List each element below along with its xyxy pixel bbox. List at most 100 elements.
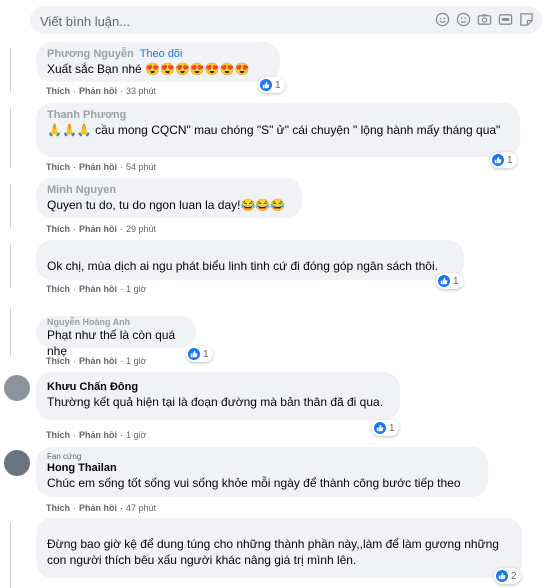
- like-button[interactable]: Thích: [46, 162, 70, 172]
- comment-text: Xuất sắc Bạn nhé 😍😍😍😍😍😍😍: [47, 62, 250, 76]
- like-reaction-icon: [438, 275, 450, 287]
- comment-actions: Thích · Phản hồi · 1 giờ: [46, 430, 146, 440]
- comment-text: Chúc em sống tốt sống vui sống khỏe mỗi …: [47, 476, 461, 490]
- reaction-number: 2: [511, 570, 517, 582]
- separator: ·: [73, 86, 76, 96]
- reaction-count[interactable]: 1: [490, 152, 517, 168]
- reaction-number: 1: [389, 422, 395, 434]
- comment-bubble: Khưu Chấn Đông Thường kết quả hiện tại l…: [36, 372, 400, 420]
- reaction-number: 1: [453, 275, 459, 287]
- comment-text: Thường kết quả hiện tại là đoạn đường mà…: [47, 395, 384, 409]
- avatar[interactable]: [4, 375, 30, 401]
- thread-line: [10, 522, 11, 588]
- comment-time[interactable]: 29 phút: [126, 224, 156, 234]
- like-button[interactable]: Thích: [46, 224, 70, 234]
- top-fan-badge: Fan cứng: [47, 452, 82, 461]
- reply-button[interactable]: Phản hồi: [79, 284, 117, 294]
- like-reaction-icon: [492, 154, 504, 166]
- reply-button[interactable]: Phản hồi: [79, 86, 117, 96]
- author-name[interactable]: Minh Nguyen: [47, 184, 291, 197]
- comment-time[interactable]: 33 phút: [126, 86, 156, 96]
- separator: ·: [120, 430, 123, 440]
- comment-bubble: Ok chị, mùa dịch ai ngu phát biểu linh t…: [36, 240, 464, 280]
- separator: ·: [73, 356, 76, 366]
- comment-author[interactable]: Phương Nguyễn Theo dõi: [47, 48, 269, 61]
- thread-line: [10, 244, 11, 288]
- comment-bubble: Fan cứng Hong Thailan Chúc em sống tốt s…: [36, 447, 488, 497]
- comment-actions: Thích · Phản hồi · 1 giờ: [46, 356, 146, 366]
- comment-bubble: Đừng bao giờ kệ để dung túng cho những t…: [36, 518, 522, 578]
- thread-line: [10, 48, 11, 92]
- separator: ·: [73, 284, 76, 294]
- camera-icon[interactable]: [477, 12, 492, 27]
- separator: ·: [73, 503, 76, 513]
- reaction-count[interactable]: 1: [258, 77, 285, 93]
- reply-button[interactable]: Phản hồi: [79, 503, 117, 513]
- comment-actions: Thích · Phản hồi · 33 phút: [46, 86, 156, 96]
- comment-time[interactable]: 47 phút: [126, 503, 156, 513]
- like-reaction-icon: [496, 570, 508, 582]
- author-name[interactable]: Phương Nguyễn: [47, 48, 134, 60]
- comment-input[interactable]: [38, 9, 422, 33]
- reply-button[interactable]: Phản hồi: [79, 356, 117, 366]
- like-reaction-icon: [374, 422, 386, 434]
- like-button[interactable]: Thích: [46, 503, 70, 513]
- separator: ·: [73, 162, 76, 172]
- avatar[interactable]: [4, 450, 30, 476]
- comment-bubble: Minh Nguyen Quyen tu do, tu do ngon luan…: [36, 178, 302, 218]
- follow-button[interactable]: Theo dõi: [140, 48, 183, 60]
- thread-line: [10, 308, 11, 356]
- comment-actions: Thích · Phản hồi · 29 phút: [46, 224, 156, 234]
- gif-icon[interactable]: [498, 12, 513, 27]
- author-name[interactable]: Khưu Chấn Đông: [47, 381, 389, 394]
- reply-button[interactable]: Phản hồi: [79, 430, 117, 440]
- reaction-count[interactable]: 2: [494, 568, 521, 584]
- comment-text: Phạt như thế là còn quá nhẹ: [47, 328, 176, 358]
- comment-actions: Thích · Phản hồi · 47 phút: [46, 503, 156, 513]
- comment-time[interactable]: 1 giờ: [126, 430, 146, 440]
- author-name[interactable]: Hong Thailan: [47, 462, 477, 475]
- separator: ·: [73, 430, 76, 440]
- reaction-count[interactable]: 1: [186, 346, 213, 362]
- comment-actions: Thích · Phản hồi · 1 giờ: [46, 284, 146, 294]
- reply-button[interactable]: Phản hồi: [79, 162, 117, 172]
- reaction-count[interactable]: 1: [372, 420, 399, 436]
- separator: ·: [120, 284, 123, 294]
- like-button[interactable]: Thích: [46, 430, 70, 440]
- reaction-number: 1: [275, 79, 281, 91]
- comment-composer[interactable]: [30, 6, 542, 34]
- sticker-icon[interactable]: [519, 12, 534, 27]
- separator: ·: [120, 86, 123, 96]
- separator: ·: [120, 356, 123, 366]
- reaction-number: 1: [203, 348, 209, 360]
- separator: ·: [120, 224, 123, 234]
- composer-icons: [435, 12, 534, 27]
- comment-bubble: Thanh Phương 🙏🙏🙏 cầu mong CQCN" mau chón…: [36, 103, 520, 157]
- comment-actions: Thích · Phản hồi · 54 phút: [46, 162, 156, 172]
- separator: ·: [73, 224, 76, 234]
- comment-text: Quyen tu do, tu do ngon luan la day!😂😂😂: [47, 198, 286, 212]
- separator: ·: [120, 162, 123, 172]
- emoji-icon[interactable]: [435, 12, 450, 27]
- comment-text: Ok chị, mùa dịch ai ngu phát biểu linh t…: [47, 259, 438, 273]
- author-name[interactable]: Nguyễn Hoàng Anh: [47, 318, 185, 327]
- thread-line: [10, 184, 11, 228]
- like-button[interactable]: Thích: [46, 284, 70, 294]
- author-name[interactable]: Thanh Phương: [47, 109, 509, 122]
- reaction-count[interactable]: 1: [436, 273, 463, 289]
- comment-text: 🙏🙏🙏 cầu mong CQCN" mau chóng "S" ử" cái …: [47, 123, 501, 137]
- comment-text: Đừng bao giờ kệ để dung túng cho những t…: [47, 537, 499, 567]
- comment-time[interactable]: 54 phút: [126, 162, 156, 172]
- reply-button[interactable]: Phản hồi: [79, 224, 117, 234]
- comment-time[interactable]: 1 giờ: [126, 356, 146, 366]
- separator: ·: [120, 503, 123, 513]
- like-reaction-icon: [260, 79, 272, 91]
- comment-bubble: Nguyễn Hoàng Anh Phạt như thế là còn quá…: [36, 316, 196, 358]
- like-button[interactable]: Thích: [46, 356, 70, 366]
- comment-bubble: Phương Nguyễn Theo dõi Xuất sắc Bạn nhé 😍…: [36, 42, 280, 82]
- comment-time[interactable]: 1 giờ: [126, 284, 146, 294]
- like-button[interactable]: Thích: [46, 86, 70, 96]
- reaction-number: 1: [507, 154, 513, 166]
- smiley-icon[interactable]: [456, 12, 471, 27]
- like-reaction-icon: [188, 348, 200, 360]
